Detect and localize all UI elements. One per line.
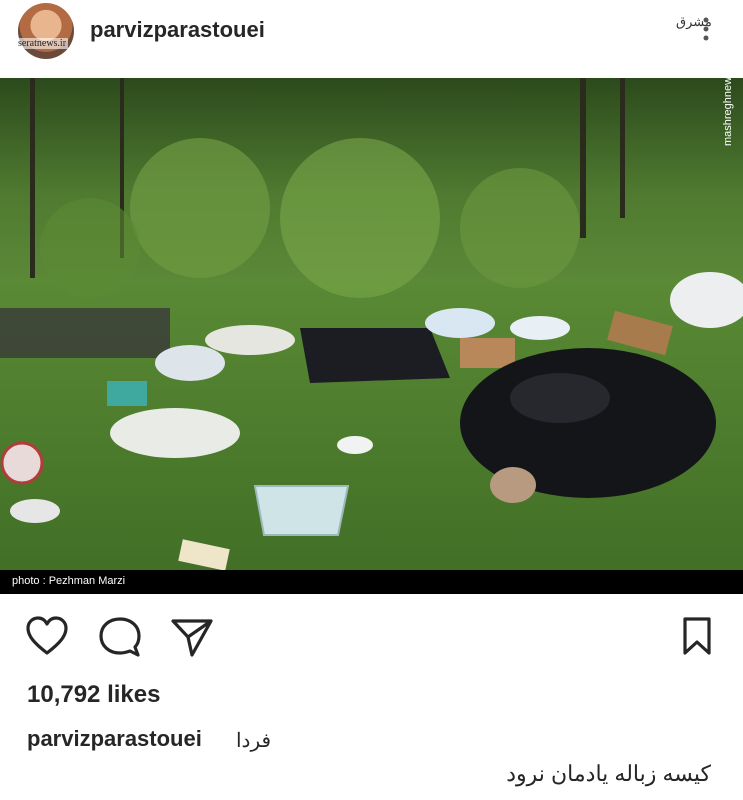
post-username[interactable]: parvizparastouei: [90, 17, 265, 43]
like-count[interactable]: 10,792 likes: [27, 681, 160, 709]
avatar[interactable]: [18, 3, 74, 59]
post-header: seratnews.ir parvizparastouei مشرق: [0, 0, 743, 78]
bookmark-icon[interactable]: [682, 616, 712, 656]
caption-text: فردا: [236, 730, 272, 752]
photo-credit-bar: photo : Pezhman Marzi: [0, 570, 743, 594]
photo-credit: photo : Pezhman Marzi: [12, 575, 126, 587]
side-watermark: mashreghnews.ir: [722, 78, 734, 146]
heart-icon[interactable]: [25, 616, 69, 656]
more-icon[interactable]: [696, 14, 716, 44]
action-bar: [0, 602, 743, 662]
post-photo[interactable]: photo : Pezhman Marzi mashreghnews.ir: [0, 78, 743, 594]
send-icon[interactable]: [170, 616, 214, 658]
comment-icon[interactable]: [98, 616, 142, 658]
avatar-watermark: seratnews.ir: [16, 38, 69, 49]
forest-trash-image: [0, 78, 743, 594]
caption-username[interactable]: parvizparastouei: [27, 726, 202, 752]
caption-text-line2: کیسه زباله یادمان نرود: [506, 761, 711, 786]
